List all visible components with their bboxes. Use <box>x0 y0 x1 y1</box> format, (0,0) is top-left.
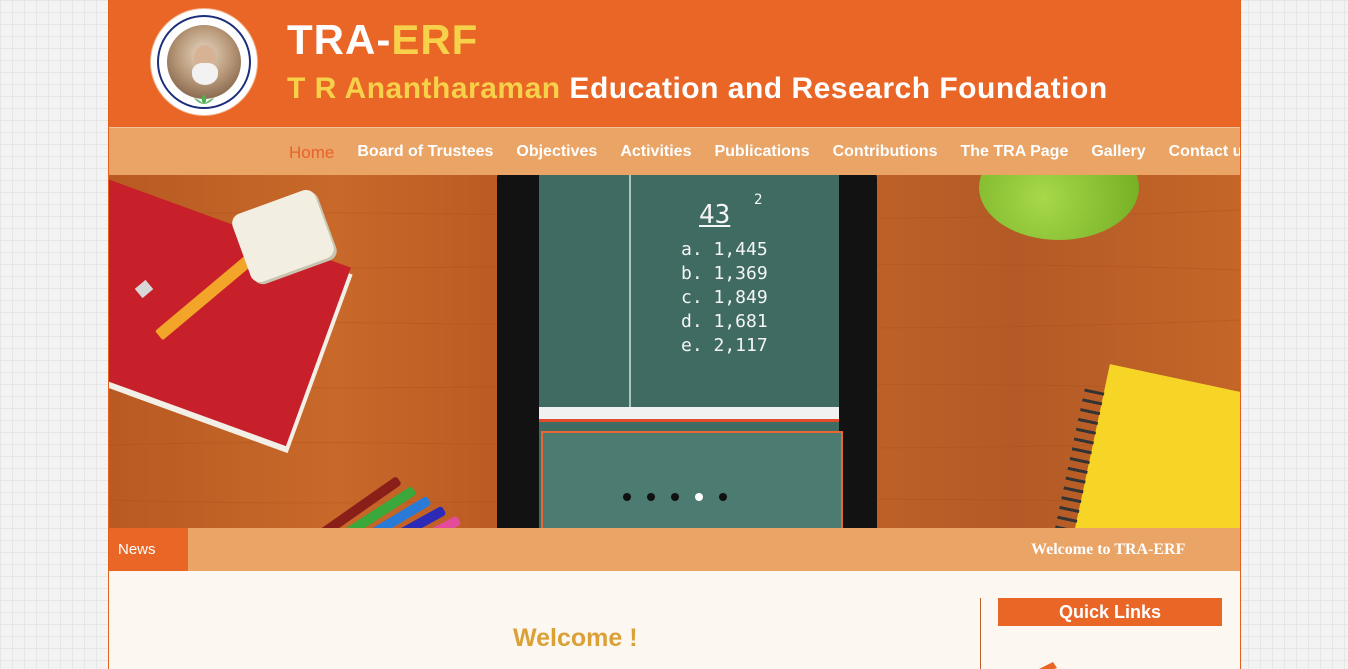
board-red-strip <box>539 419 839 422</box>
answer-option: b. 1,369 <box>681 263 768 284</box>
nav-item-contact-us[interactable]: Contact us <box>1169 143 1240 163</box>
nav-list: Home Board of Trustees Objectives Activi… <box>289 143 1240 163</box>
site-subtitle: T R Anantharaman Education and Research … <box>287 72 1108 106</box>
site-subtitle-rest: Education and Research Foundation <box>560 72 1108 105</box>
slide-dot-active[interactable] <box>695 493 703 501</box>
note-board <box>541 431 843 528</box>
nav-item-activities[interactable]: Activities <box>620 143 691 163</box>
foundation-logo[interactable] <box>151 9 257 115</box>
board-bar <box>539 407 839 419</box>
site-title-prefix: TRA- <box>287 16 392 63</box>
slider-pagination <box>623 493 743 501</box>
nav-item-the-tra-page[interactable]: The TRA Page <box>960 143 1068 163</box>
site-header: TRA-ERF T R Anantharaman Education and R… <box>109 0 1240 127</box>
equation-base: 43 <box>699 200 731 230</box>
slide-dot[interactable] <box>671 493 679 501</box>
answer-option: e. 2,117 <box>681 335 768 356</box>
quick-links-title: Quick Links <box>998 598 1222 626</box>
nav-item-objectives[interactable]: Objectives <box>516 143 597 163</box>
slide-dot[interactable] <box>719 493 727 501</box>
logo-beard <box>192 63 218 85</box>
news-ticker[interactable]: Welcome to TRA-ERF <box>1031 541 1185 559</box>
nav-item-home[interactable]: Home <box>289 143 334 163</box>
page-container: TRA-ERF T R Anantharaman Education and R… <box>108 0 1241 669</box>
answer-option: a. 1,445 <box>681 239 768 260</box>
site-title-accent: ERF <box>391 16 479 63</box>
megaphone-icon[interactable] <box>1017 658 1057 669</box>
equation-exponent: 2 <box>754 192 763 208</box>
welcome-heading: Welcome ! <box>513 624 638 652</box>
answer-option: c. 1,849 <box>681 287 768 308</box>
nav-item-board-of-trustees[interactable]: Board of Trustees <box>357 143 493 163</box>
news-label: News <box>109 528 188 571</box>
screen-divider <box>629 175 631 407</box>
nav-item-publications[interactable]: Publications <box>714 143 809 163</box>
nav-item-contributions[interactable]: Contributions <box>833 143 938 163</box>
site-title: TRA-ERF <box>287 16 478 64</box>
site-subtitle-name: T R Anantharaman <box>287 72 561 105</box>
nav-item-gallery[interactable]: Gallery <box>1091 143 1145 163</box>
logo-portrait <box>167 25 241 99</box>
answer-option: d. 1,681 <box>681 311 768 332</box>
sidebar-divider <box>980 598 981 669</box>
news-bar: News Welcome to TRA-ERF <box>109 528 1240 571</box>
slide-dot[interactable] <box>647 493 655 501</box>
hero-slider[interactable]: 43 2 a. 1,445 b. 1,369 c. 1,849 d. 1,681… <box>109 175 1240 528</box>
lotus-icon <box>194 94 214 104</box>
main-nav: Home Board of Trustees Objectives Activi… <box>109 127 1240 176</box>
slide-dot[interactable] <box>623 493 631 501</box>
